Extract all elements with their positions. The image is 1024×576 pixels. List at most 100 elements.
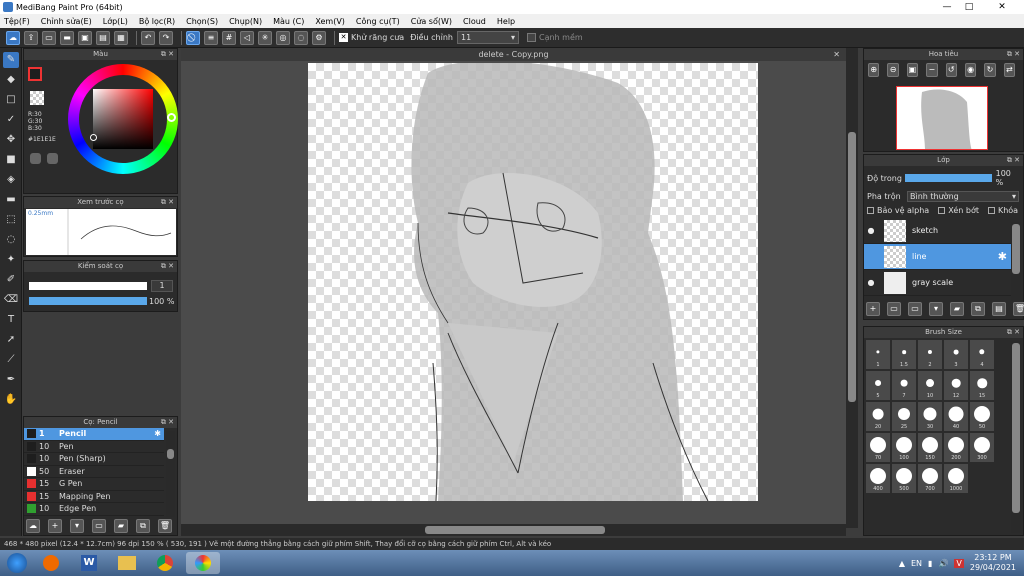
clock[interactable]: 23:12 PM 29/04/2021 [970, 553, 1016, 573]
move-tool-icon[interactable]: ✥ [3, 132, 19, 148]
brush-size-cell[interactable]: 7 [892, 371, 916, 400]
layer-list-scroll-thumb[interactable] [1012, 224, 1020, 274]
panel-controls-icon[interactable]: ⧉ ✕ [1007, 155, 1020, 166]
trash-icon[interactable]: 🗑 [1013, 302, 1024, 316]
brush-size-cell[interactable]: 2 [918, 340, 942, 369]
protect-alpha-checkbox[interactable] [867, 207, 874, 214]
canvas-horizontal-scroll-thumb[interactable] [425, 526, 605, 534]
keyboard-icon[interactable]: EN [911, 559, 922, 568]
document-tab[interactable]: delete - Copy.png ✕ [181, 48, 846, 61]
gradient-tool-icon[interactable]: ▬ [3, 192, 19, 208]
lasso-tool-icon[interactable]: ◌ [3, 232, 19, 248]
minimize-icon[interactable]: — [936, 0, 958, 14]
brush-size-cell[interactable]: 1000 [944, 464, 968, 493]
brush-size-cell[interactable]: 150 [918, 433, 942, 462]
brush-size-cell[interactable]: 500 [892, 464, 916, 493]
clipping-checkbox[interactable] [938, 207, 946, 214]
text-tool-icon[interactable]: T [3, 312, 19, 328]
menu-cloud[interactable]: Cloud [463, 17, 486, 26]
brush-opacity-slider[interactable] [29, 297, 147, 305]
dot-tool-icon[interactable]: □ [3, 92, 19, 108]
tray-arrow-icon[interactable]: ▲ [899, 559, 905, 568]
panel-controls-icon[interactable]: ⧉ ✕ [161, 417, 174, 428]
brush-size-cell[interactable]: 25 [892, 402, 916, 431]
layer-merge-icon[interactable]: ▤ [992, 302, 1006, 316]
new-8bit-layer-icon[interactable]: ▭ [908, 302, 922, 316]
brush-size-cell[interactable]: 400 [866, 464, 890, 493]
panel-controls-icon[interactable]: ⧉ ✕ [161, 49, 174, 60]
layer-folder-icon[interactable]: ▰ [950, 302, 964, 316]
select-pen-icon[interactable]: ✐ [3, 272, 19, 288]
brush-tool-icon[interactable]: ✎ [3, 52, 19, 68]
canvas-horizontal-scrollbar[interactable] [181, 524, 846, 536]
brush-size-cell[interactable]: 30 [918, 402, 942, 431]
menu-tools[interactable]: Công cụ(T) [356, 17, 400, 26]
select-tool-icon[interactable]: ⬚ [3, 212, 19, 228]
menu-select[interactable]: Chọn(S) [186, 17, 218, 26]
fit-icon[interactable]: ▣ [906, 63, 919, 77]
hue-wheel[interactable] [68, 64, 178, 174]
radial-snap-icon[interactable]: ✳ [258, 30, 272, 45]
antialias-checkbox[interactable]: ✕ [339, 33, 348, 42]
menu-edit[interactable]: Chỉnh sửa(E) [41, 17, 92, 26]
new-layer-icon[interactable]: + [866, 302, 880, 316]
save-icon[interactable]: ▣ [78, 30, 92, 45]
redo-icon[interactable]: ↷ [159, 30, 173, 45]
brush-size-cell[interactable]: 50 [970, 402, 994, 431]
brush-item[interactable]: 10 Pen [24, 441, 164, 453]
perspective-snap-icon[interactable]: ◁ [240, 30, 254, 45]
comment-icon[interactable]: ▬ [60, 30, 74, 45]
navigator-thumbnail[interactable] [896, 86, 988, 150]
layer-menu-icon[interactable]: ▾ [929, 302, 943, 316]
export-icon[interactable]: ⇪ [24, 30, 38, 45]
menu-file[interactable]: Tệp(F) [4, 17, 30, 26]
brush-size-value[interactable]: 1 [151, 280, 173, 292]
zoom-out-icon[interactable]: ⊖ [887, 63, 899, 77]
settings-icon[interactable]: ⚙ [312, 30, 326, 45]
circle-snap-icon[interactable]: ◎ [276, 30, 290, 45]
medibang-icon[interactable] [186, 552, 220, 574]
rotate-right-icon[interactable]: ↻ [984, 63, 996, 77]
panel-controls-icon[interactable]: ⧉ ✕ [1007, 327, 1020, 338]
grid-panel-icon[interactable]: ▦ [114, 30, 128, 45]
panel-controls-icon[interactable]: ⧉ ✕ [161, 197, 174, 208]
visibility-icon[interactable]: ● [864, 226, 878, 235]
color-palette-icon[interactable] [30, 153, 41, 164]
word-icon[interactable]: W [72, 552, 106, 574]
close-icon[interactable]: ✕ [833, 48, 840, 61]
brush-size-cell[interactable]: 300 [970, 433, 994, 462]
menu-snap[interactable]: Chụp(N) [229, 17, 262, 26]
correction-select[interactable]: 11 ▾ [456, 31, 519, 44]
add-brush-icon[interactable]: + [48, 519, 62, 533]
zoom-minus-icon[interactable]: − [926, 63, 938, 77]
brush-size-cell[interactable]: 70 [866, 433, 890, 462]
canvas-vertical-scrollbar[interactable] [846, 48, 858, 528]
brush-size-cell[interactable]: 12 [944, 371, 968, 400]
maximize-icon[interactable]: □ [958, 0, 980, 14]
trash-icon[interactable]: 🗑 [158, 519, 172, 533]
visibility-icon[interactable]: ● [864, 278, 878, 287]
file-explorer-icon[interactable] [110, 552, 144, 574]
brush-copy-icon[interactable]: ▭ [92, 519, 106, 533]
gear-icon[interactable]: ✱ [154, 429, 161, 438]
brush-duplicate-icon[interactable]: ⧉ [136, 519, 150, 533]
brush-size-cell[interactable]: 10 [918, 371, 942, 400]
transparent-color-swatch[interactable] [30, 91, 44, 105]
brush-item[interactable]: 1 Pencil ✱ [24, 428, 164, 441]
brush-size-cell[interactable]: 1.5 [892, 340, 916, 369]
fill-tool-icon[interactable]: ◈ [3, 172, 19, 188]
hand-tool-icon[interactable]: ✋ [3, 392, 19, 408]
brush-size-cell[interactable]: 4 [970, 340, 994, 369]
select-eraser-icon[interactable]: ⌫ [3, 292, 19, 308]
saturation-value-square[interactable] [93, 89, 153, 149]
menu-view[interactable]: Xem(V) [315, 17, 345, 26]
brush-size-cell[interactable]: 15 [970, 371, 994, 400]
check-tool-icon[interactable]: ✓ [3, 112, 19, 128]
zoom-in-icon[interactable]: ⊕ [868, 63, 880, 77]
eyedropper-icon[interactable]: ✒ [3, 372, 19, 388]
panel-icon[interactable]: ▤ [96, 30, 110, 45]
brush-size-cell[interactable]: 200 [944, 433, 968, 462]
media-player-icon[interactable] [34, 552, 68, 574]
curve-snap-icon[interactable]: ◌ [294, 30, 308, 45]
panel-controls-icon[interactable]: ⧉ ✕ [1007, 49, 1020, 60]
